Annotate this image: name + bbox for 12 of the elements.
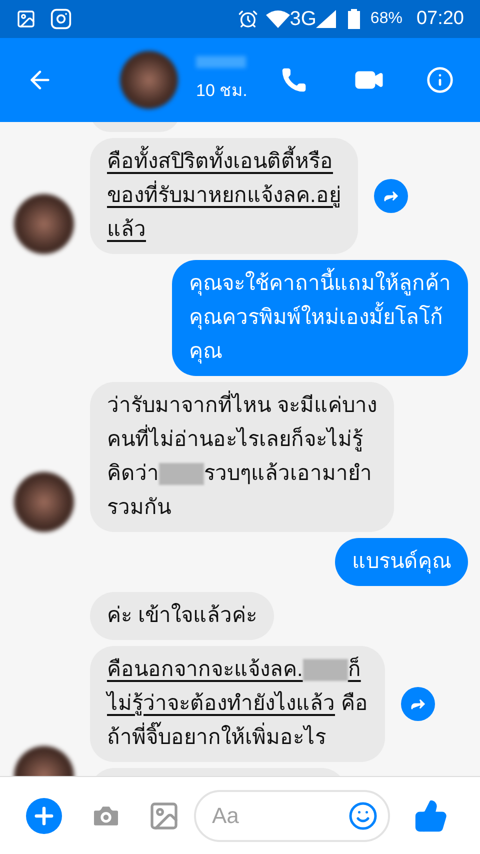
message-text: คุณจะใช้คาถานี้แถมให้ลูกค้า คุณควรพิมพ์ใหม่เองมั้ยโลโก้ คุณ (189, 264, 451, 372)
battery-level: 68% (370, 9, 402, 29)
message-text: คือนอกจากจะแจ้งลค. ก็ ไม่รู้ว่าจะต้องทำยังไงแล้ว คือ ถ้าพี่จิ๊บอยากให้เพิ่มอะไร (107, 656, 368, 751)
message-text: แบรนด์คุณ (352, 548, 451, 576)
message-field[interactable]: Aa (194, 790, 390, 842)
clock: 07:20 (416, 6, 464, 31)
network-label: 3G (290, 7, 316, 32)
last-active-label: 10 ชม. (196, 80, 248, 102)
message-text: ว่ารับมาจากที่ไหน จะมีแค่บาง คนที่ไม่อ่านอะไรเลยก็จะไม่รู้ คิดว่า รวบๆแล้วเอามายำ รวมกัน (107, 386, 377, 528)
message-text: คือทั้งสปิริตทั้งเอนติตี้หรือ ของที่รับมาหยกแจ้งลค.อยู่ แล้ว (107, 142, 341, 250)
message-text: ค่ะ เข้าใจแล้วค่ะ (107, 602, 257, 629)
message-input[interactable]: Aa (212, 799, 348, 832)
